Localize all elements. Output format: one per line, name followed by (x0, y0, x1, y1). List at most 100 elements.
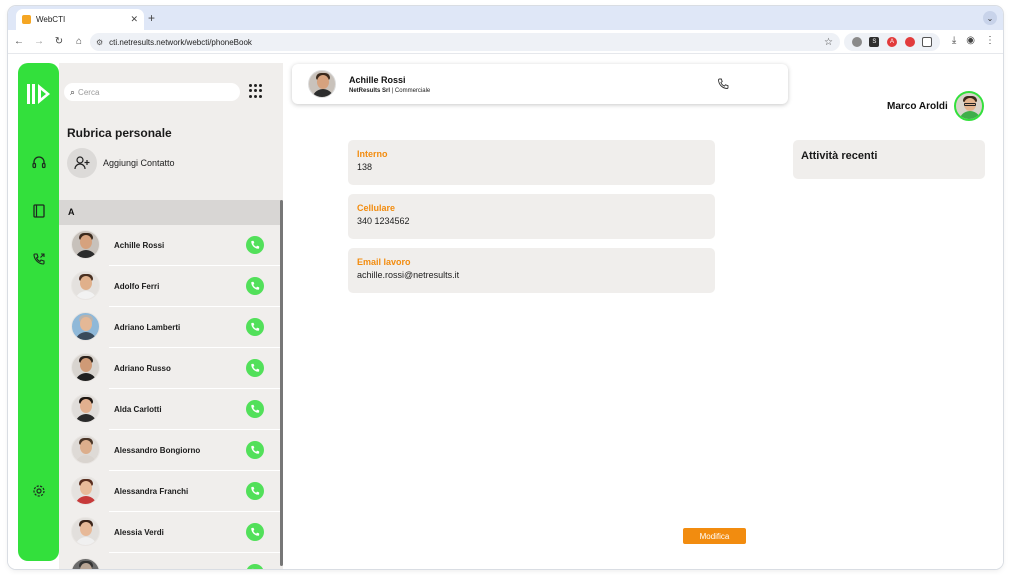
contact-name: Alessandro Bongiorno (114, 446, 201, 455)
contact-avatar (71, 312, 100, 341)
call-button[interactable] (246, 523, 264, 541)
contact-avatar (308, 70, 336, 98)
user-avatar[interactable] (953, 91, 984, 121)
field-value: 138 (357, 162, 373, 172)
webcti-app: ⌕ Cerca Rubrica personale Aggiungi Conta… (8, 54, 1003, 569)
tab-bar: WebCTI ✕ + ⌄ (8, 6, 1003, 30)
contact-name: Adriano Russo (114, 364, 171, 373)
search-input[interactable]: ⌕ Cerca (64, 83, 240, 101)
contact-header-card: Achille Rossi NetResults Srl | Commercia… (292, 64, 788, 104)
call-button[interactable] (246, 359, 264, 377)
contact-role: Commerciale (394, 88, 431, 94)
phone-icon (251, 568, 254, 569)
phone-icon (251, 404, 260, 413)
contact-row[interactable]: Alessandro Bongiorno (59, 430, 281, 471)
menu-icon[interactable]: ⋮ (985, 35, 995, 46)
contact-row[interactable]: Adriano Russo (59, 348, 281, 389)
call-button[interactable] (246, 441, 264, 459)
contact-name: Alda Carlotti (114, 405, 162, 414)
phone-icon (251, 281, 260, 290)
contact-row[interactable]: Achille Rossi (59, 225, 281, 266)
contact-row[interactable]: Adolfo Ferri (59, 266, 281, 307)
call-button[interactable] (246, 482, 264, 500)
contact-avatar (71, 353, 100, 382)
dialpad-icon[interactable] (249, 84, 263, 98)
new-tab-button[interactable]: + (148, 11, 155, 25)
settings-icon[interactable] (30, 482, 47, 499)
user-name: Marco Aroldi (887, 100, 948, 112)
call-button[interactable] (246, 400, 264, 418)
call-button[interactable] (246, 277, 264, 295)
address-bar[interactable]: ⚙ cti.netresults.network/webcti/phoneBoo… (90, 33, 840, 51)
extension-abp-icon[interactable]: A (886, 37, 897, 47)
field-label: Cellulare (357, 203, 396, 213)
webcti-favicon-icon (22, 15, 31, 24)
add-user-icon (67, 148, 97, 178)
search-icon: ⌕ (70, 86, 76, 97)
download-icon[interactable]: ⤓ (952, 35, 956, 46)
address-book-icon[interactable] (30, 202, 47, 219)
contact-name: Achille Rossi (349, 75, 406, 85)
site-info-icon[interactable]: ⚙ (96, 38, 103, 47)
extension-opera-icon[interactable] (904, 37, 915, 47)
bookmark-star-icon[interactable]: ☆ (824, 37, 833, 48)
phonebook-panel: ⌕ Cerca Rubrica personale Aggiungi Conta… (59, 63, 283, 569)
contact-row[interactable]: Adriano Lamberti (59, 307, 281, 348)
contact-row[interactable]: Alda Carlotti (59, 389, 281, 430)
extensions-puzzle-icon[interactable] (922, 37, 933, 47)
reload-icon[interactable]: ↻ (50, 36, 68, 47)
add-contact-label: Aggiungi Contatto (103, 158, 175, 168)
edit-button[interactable]: Modifica (683, 528, 746, 544)
call-button[interactable] (246, 236, 264, 254)
contact-row[interactable] (59, 553, 281, 569)
call-history-icon[interactable] (30, 250, 47, 267)
forward-arrow-icon[interactable]: → (30, 36, 48, 47)
field-value: 340 1234562 (357, 216, 410, 226)
headset-icon[interactable] (30, 154, 47, 171)
field-value: achille.rossi@netresults.it (357, 270, 460, 280)
call-button[interactable] (246, 564, 264, 569)
extension-s-icon[interactable]: S (869, 37, 880, 47)
webcti-logo-icon (27, 84, 50, 104)
home-icon[interactable]: ⌂ (70, 36, 88, 47)
contact-name: Adolfo Ferri (114, 282, 160, 291)
phone-icon (251, 527, 260, 536)
phone-icon (251, 322, 260, 331)
nav-rail (18, 63, 59, 561)
phone-icon (251, 240, 260, 249)
profile-icon[interactable]: ◉ (966, 35, 975, 46)
recent-activity-title: Attività recenti (793, 140, 985, 179)
contact-company: NetResults Srl | Commerciale (349, 88, 430, 94)
url-text: cti.netresults.network/webcti/phoneBook (109, 37, 252, 47)
contact-row[interactable]: Alessia Verdi (59, 512, 281, 553)
contact-name: Achille Rossi (114, 241, 165, 250)
phone-icon (251, 363, 260, 372)
contact-avatar (71, 230, 100, 259)
browser-window: WebCTI ✕ + ⌄ ← → ↻ ⌂ ⚙ cti.netresults.ne… (8, 6, 1003, 569)
extension-globe-icon[interactable] (851, 37, 862, 47)
contact-avatar (71, 517, 100, 546)
current-user[interactable]: Marco Aroldi (887, 91, 984, 121)
phone-icon[interactable] (717, 78, 729, 90)
add-contact-button[interactable]: Aggiungi Contatto (67, 148, 175, 178)
phone-icon (251, 445, 260, 454)
field-label: Email lavoro (357, 257, 411, 267)
call-button[interactable] (246, 318, 264, 336)
contact-avatar (71, 476, 100, 505)
contact-list: Achille Rossi Adolfo Ferri Adriano Lambert… (59, 225, 281, 569)
back-arrow-icon[interactable]: ← (10, 36, 28, 47)
contact-row[interactable]: Alessandra Franchi (59, 471, 281, 512)
close-tab-icon[interactable]: ✕ (130, 14, 138, 25)
letter-section-header: A (59, 200, 281, 225)
company-name: NetResults Srl (349, 88, 391, 94)
phonebook-title: Rubrica personale (67, 126, 172, 140)
browser-tab[interactable]: WebCTI ✕ (16, 9, 144, 30)
browser-toolbar: ← → ↻ ⌂ ⚙ cti.netresults.network/webcti/… (8, 30, 1003, 54)
contact-avatar (71, 394, 100, 423)
tab-search-icon[interactable]: ⌄ (983, 11, 997, 25)
toolbar-actions: ⤓ ◉ ⋮ (952, 35, 995, 46)
contact-name: Adriano Lamberti (114, 323, 181, 332)
contact-name: Alessandra Franchi (114, 487, 189, 496)
field-cellulare: Cellulare 340 1234562 (348, 194, 715, 239)
field-email-lavoro: Email lavoro achille.rossi@netresults.it (348, 248, 715, 293)
